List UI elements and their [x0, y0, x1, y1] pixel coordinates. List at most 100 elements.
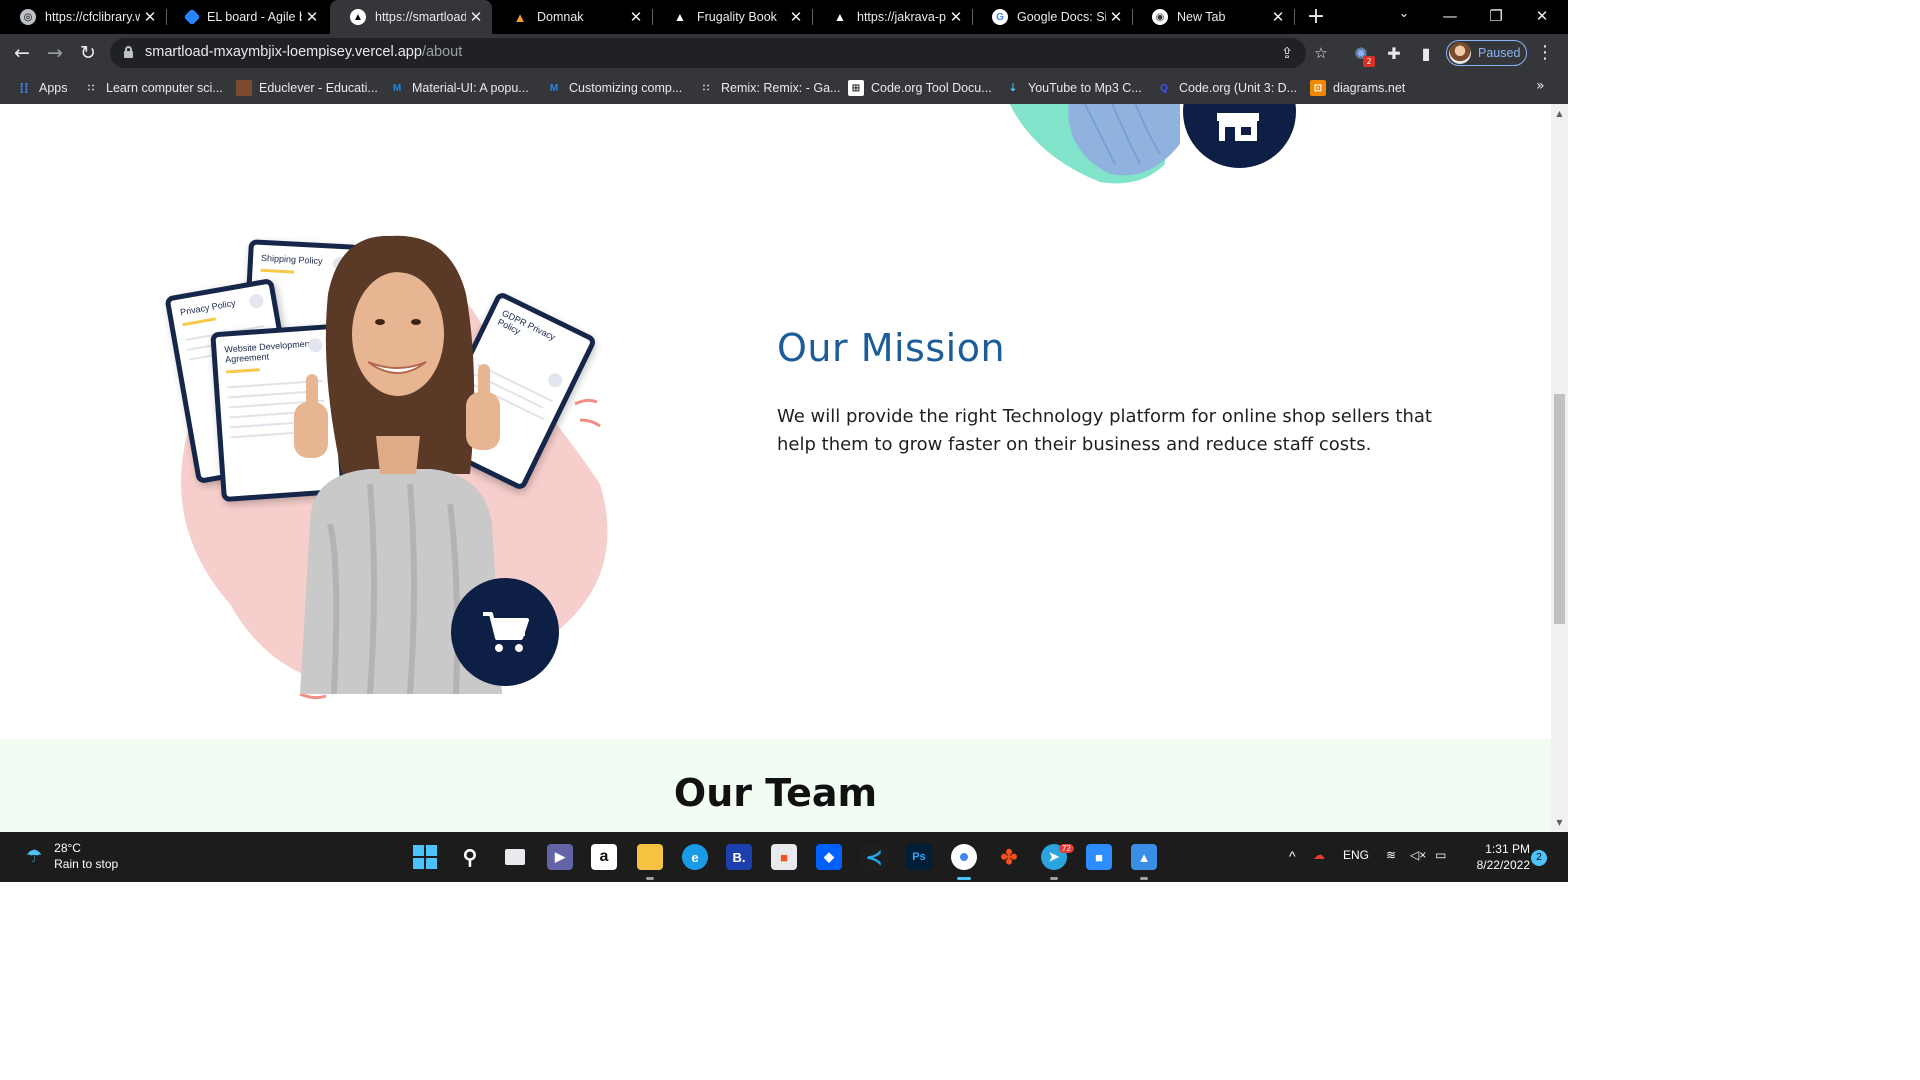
close-icon[interactable]: ✕ [140, 8, 160, 26]
bookmark-apps[interactable]: ⁞⁞ Apps [16, 78, 67, 98]
address-url[interactable]: smartload-mxaymbjix-loempisey.vercel.app… [145, 44, 462, 60]
restore-button[interactable]: ❐ [1473, 0, 1519, 34]
avatar-icon [248, 292, 265, 310]
close-icon[interactable]: ✕ [946, 8, 966, 26]
close-icon[interactable]: ✕ [1106, 8, 1126, 26]
edge-icon[interactable]: e [682, 844, 708, 870]
clock[interactable]: 1:31 PM 8/22/2022 [1460, 841, 1530, 873]
reload-button[interactable]: ↻ [74, 39, 102, 67]
amazon-icon[interactable]: a [591, 844, 617, 870]
minimize-button[interactable]: — [1427, 0, 1473, 34]
tab-strip: ◎ https://cfclibrary.w ✕ EL board - Agil… [0, 0, 1568, 34]
booking-icon[interactable]: B. [726, 844, 752, 870]
tab-cfclibrary[interactable]: ◎ https://cfclibrary.w ✕ [0, 0, 166, 34]
bookmark-label: Material-UI: A popu... [412, 81, 529, 95]
tray-overflow-icon[interactable]: ^ [1289, 848, 1296, 864]
photos-icon[interactable]: ▲ [1131, 844, 1157, 870]
start-button[interactable] [412, 844, 438, 870]
side-panel-icon[interactable]: ▮ [1415, 43, 1437, 65]
page-scrollbar[interactable]: ▲ ▼ [1551, 104, 1568, 832]
clock-date: 8/22/2022 [1476, 858, 1530, 872]
tab-search-button[interactable]: ⌄ [1392, 6, 1416, 28]
chrome-icon: ◉ [1152, 9, 1168, 25]
tab-domnak[interactable]: ▲ Domnak ✕ [492, 0, 652, 34]
top-illustration [1009, 104, 1180, 184]
close-window-button[interactable]: ✕ [1519, 0, 1565, 34]
active-indicator [957, 877, 971, 880]
close-icon[interactable]: ✕ [786, 8, 806, 26]
puzzle-icon[interactable]: ✚ [1383, 43, 1405, 65]
close-icon[interactable]: ✕ [626, 8, 646, 26]
teams-chat-icon[interactable]: ▶ [547, 844, 573, 870]
doc-underline [225, 368, 261, 374]
share-icon[interactable]: ⇪ [1276, 42, 1298, 64]
bookmark-code-org-unit3[interactable]: Q Code.org (Unit 3: D... [1156, 78, 1297, 98]
avatar [1449, 42, 1471, 64]
code-org-icon: ∷ [87, 82, 95, 94]
bookmark-label: Code.org (Unit 3: D... [1179, 81, 1298, 95]
vercel-icon: ▲ [674, 10, 686, 24]
onedrive-icon[interactable]: ☁ [1313, 848, 1325, 862]
bookmark-label: Remix: Remix: - Ga... [721, 81, 841, 95]
bookmark-customizing[interactable]: M Customizing comp... [546, 78, 682, 98]
forward-button[interactable]: → [41, 39, 69, 67]
weather-widget[interactable]: ☂ 28°C Rain to stop [26, 840, 118, 872]
extension-badge: 2 [1363, 56, 1375, 67]
avatar-icon [545, 370, 565, 390]
task-view-icon[interactable] [502, 844, 528, 870]
bookmark-youtube-mp3[interactable]: ⇣ YouTube to Mp3 C... [1005, 78, 1142, 98]
microsoft-store-icon[interactable]: ■ [771, 844, 797, 870]
globe-icon: ◎ [20, 9, 36, 25]
doc-underline [182, 317, 217, 327]
language-indicator[interactable]: ENG [1343, 848, 1369, 862]
bookmark-diagrams[interactable]: ⊡ diagrams.net [1310, 78, 1405, 98]
close-icon[interactable]: ✕ [466, 8, 486, 26]
vscode-icon[interactable]: ≺ [861, 844, 887, 870]
volume-muted-icon[interactable]: ◁× [1410, 848, 1426, 862]
bookmark-remix[interactable]: ∷ Remix: Remix: - Ga... [698, 78, 841, 98]
scrollbar-thumb[interactable] [1554, 394, 1565, 624]
dropbox-icon[interactable]: ◆ [816, 844, 842, 870]
close-icon[interactable]: ✕ [302, 8, 322, 26]
tab-title: Domnak [537, 10, 584, 24]
bookmarks-overflow-button[interactable]: » [1536, 78, 1545, 94]
windows-taskbar: ☂ 28°C Rain to stop ⚲ ▶ a e B. ■ ◆ ≺ Ps … [0, 832, 1568, 882]
tab-title: Google Docs: Sig [1017, 10, 1106, 24]
tab-el-board[interactable]: EL board - Agile b ✕ [166, 0, 328, 34]
chrome-icon[interactable] [951, 844, 977, 870]
address-bar[interactable]: smartload-mxaymbjix-loempisey.vercel.app… [110, 38, 1328, 68]
star-icon[interactable]: ☆ [1310, 42, 1332, 64]
bookmarks-bar: ⁞⁞ Apps ∷ Learn computer sci... Educleve… [0, 72, 1568, 104]
photoshop-icon[interactable]: Ps [906, 844, 932, 870]
search-icon[interactable]: ⚲ [457, 844, 483, 870]
battery-icon[interactable]: ▭ [1435, 848, 1446, 862]
lock-icon[interactable] [124, 46, 133, 58]
team-heading: Our Team [673, 771, 878, 815]
tab-frugality-book[interactable]: ▲ Frugality Book ✕ [652, 0, 812, 34]
tab-jakrava[interactable]: ▲ https://jakrava-pl ✕ [812, 0, 972, 34]
tab-google-docs[interactable]: G Google Docs: Sig ✕ [972, 0, 1132, 34]
mui-icon: M [549, 82, 559, 94]
notification-badge[interactable]: 2 [1531, 850, 1547, 866]
tab-smartload[interactable]: ▲ https://smartload ✕ [330, 0, 492, 34]
bookmark-learn-cs[interactable]: ∷ Learn computer sci... [83, 78, 223, 98]
jira-icon [183, 8, 201, 26]
wifi-icon[interactable]: ≋ [1386, 848, 1396, 862]
file-explorer-icon[interactable] [637, 844, 663, 870]
new-tab-button[interactable]: + [1302, 4, 1330, 30]
back-button[interactable]: ← [8, 39, 36, 67]
close-icon[interactable]: ✕ [1268, 8, 1288, 26]
more-menu-icon[interactable]: ⋮ [1536, 42, 1554, 64]
scroll-down-arrow[interactable]: ▼ [1555, 818, 1564, 827]
zoom-icon[interactable]: ■ [1086, 844, 1112, 870]
figma-icon[interactable]: ✤ [996, 844, 1022, 870]
scroll-up-arrow[interactable]: ▲ [1555, 109, 1564, 118]
bookmark-code-org-tool[interactable]: ⊞ Code.org Tool Docu... [848, 78, 992, 98]
tab-new-tab[interactable]: ◉ New Tab ✕ [1132, 0, 1294, 34]
tab-separator [1294, 9, 1295, 25]
vercel-icon: ▲ [350, 9, 366, 25]
google-icon: G [992, 9, 1008, 25]
bookmark-material-ui[interactable]: M Material-UI: A popu... [389, 78, 529, 98]
bookmark-educlever[interactable]: Educlever - Educati... [236, 78, 378, 98]
profile-button[interactable]: Paused [1446, 40, 1527, 66]
